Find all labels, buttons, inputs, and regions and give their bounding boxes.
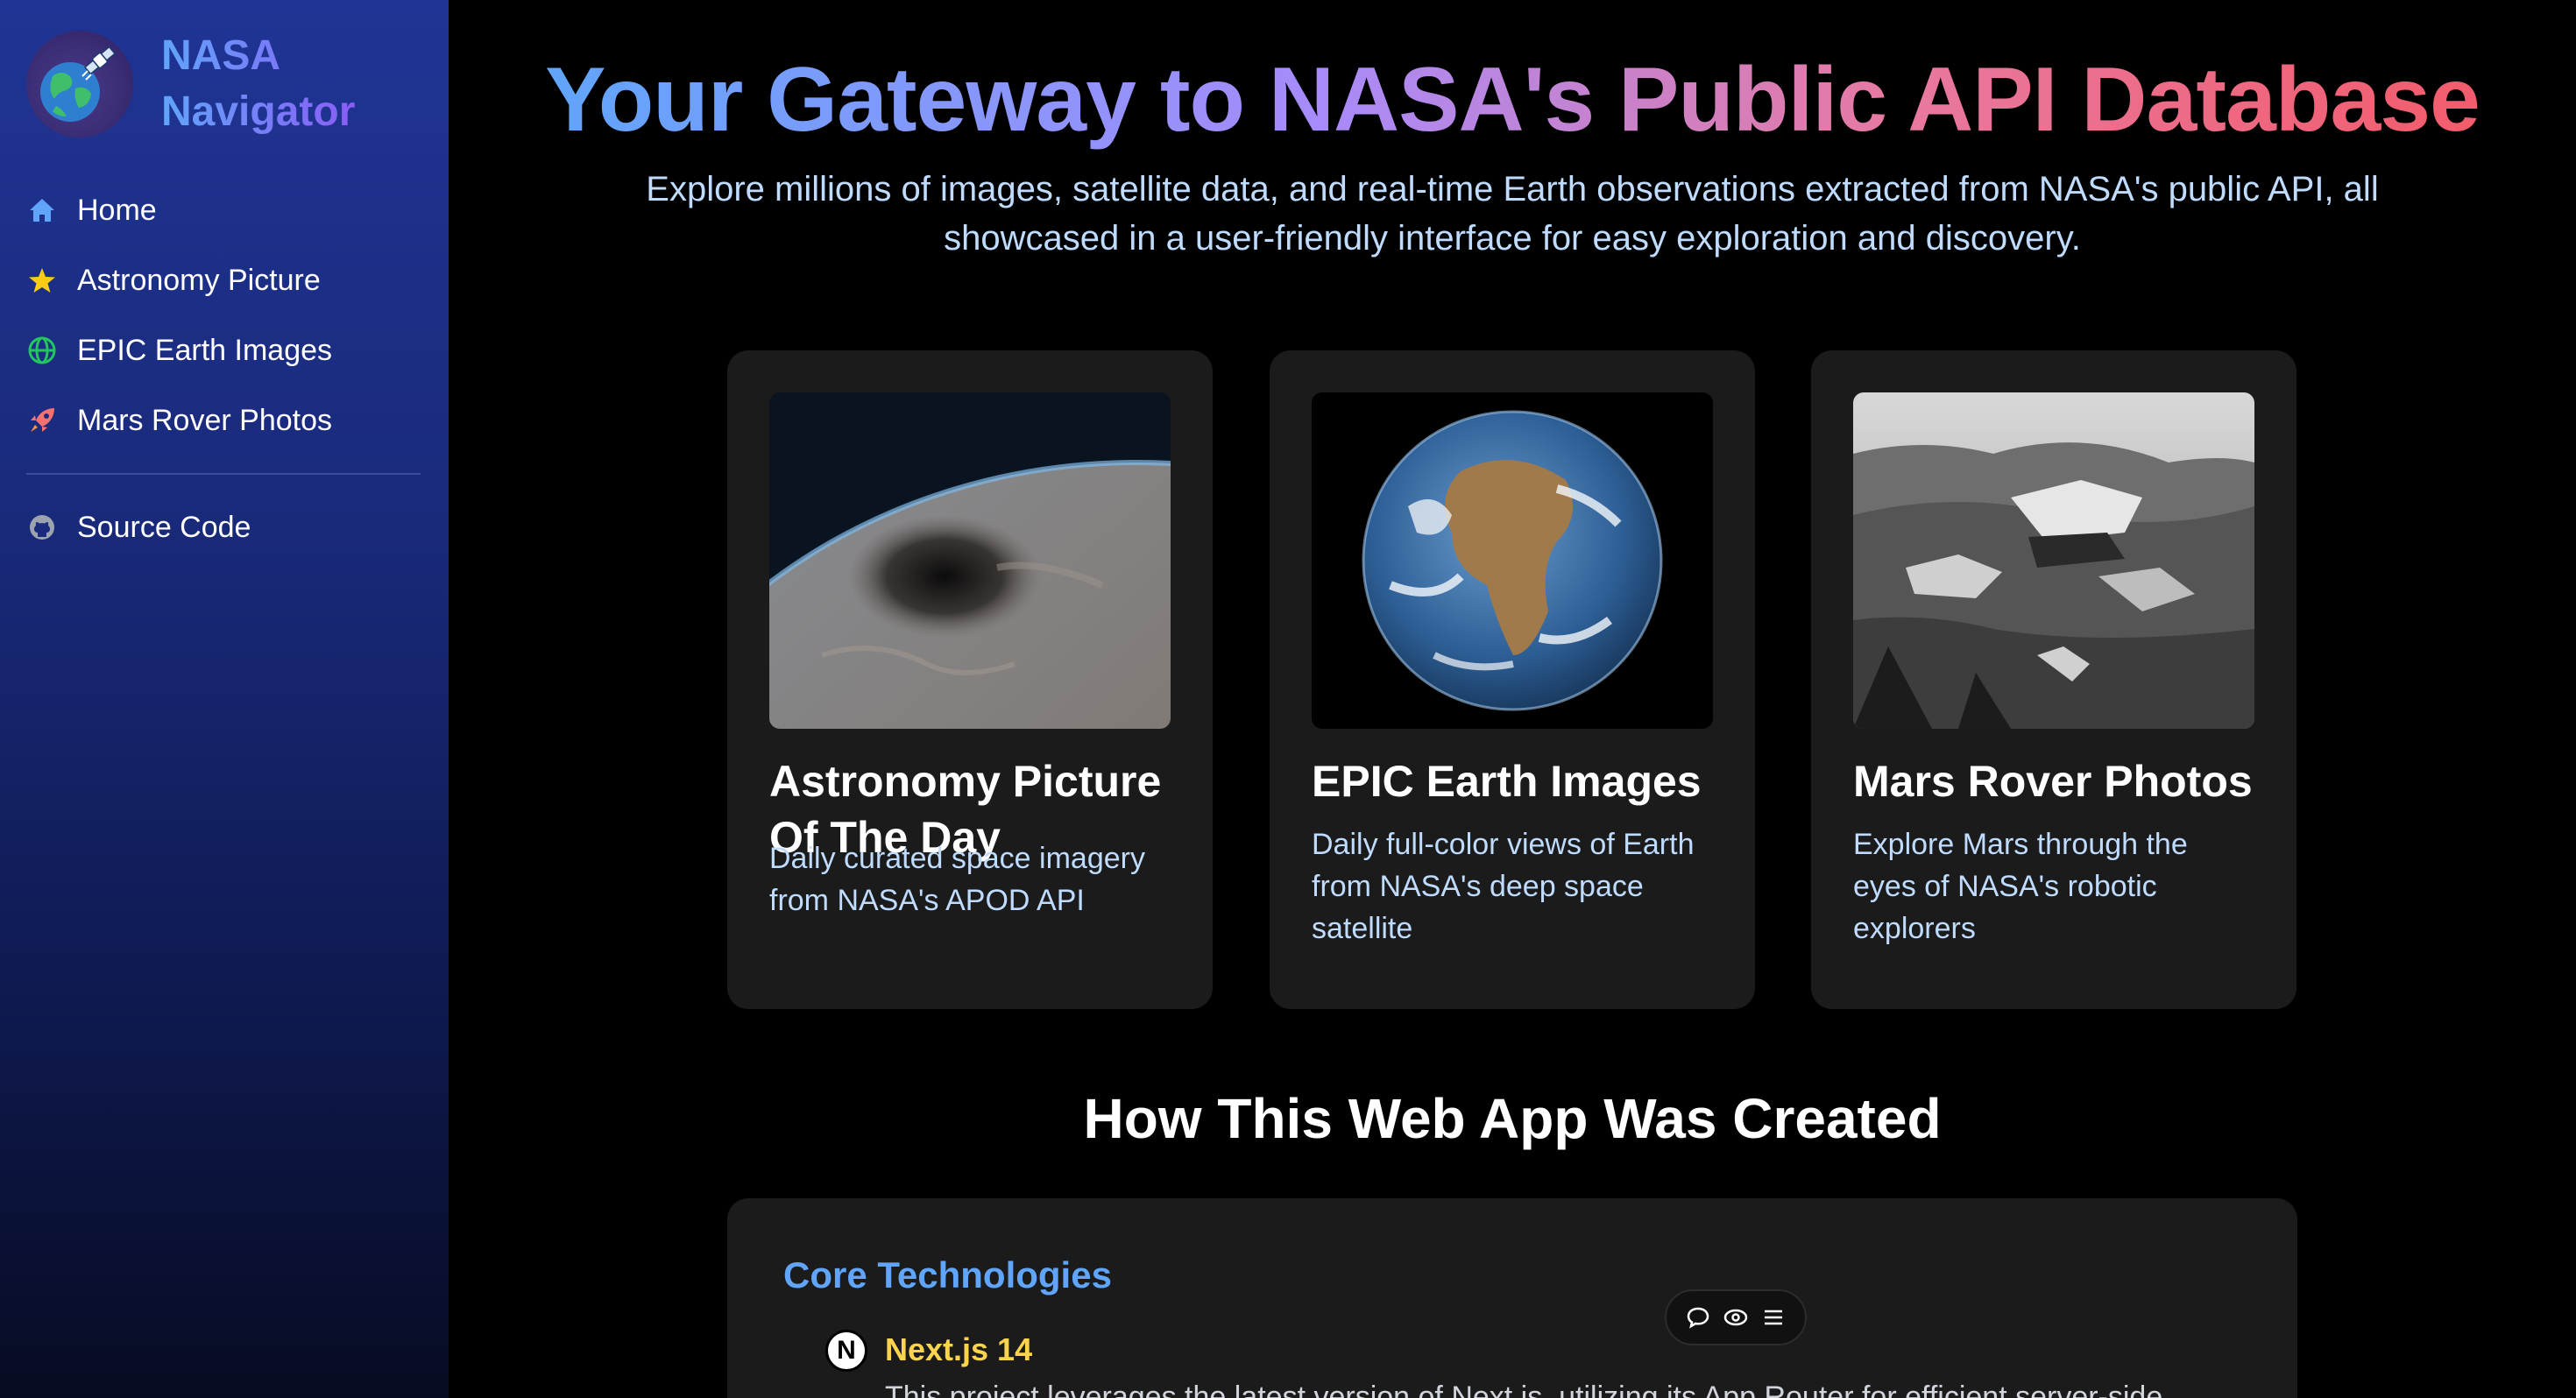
card-desc-line-3: satellite: [1312, 912, 1413, 945]
sidebar-item-home[interactable]: Home: [26, 175, 422, 245]
card-desc-line-1: Daily full-color views of Earth: [1312, 828, 1695, 861]
rocket-icon: [26, 405, 58, 436]
card-title-line-1: Astronomy Picture: [769, 757, 1162, 806]
card-title-line-1: Mars Rover Photos: [1853, 757, 2253, 806]
sidebar: NASA Navigator Home Astronomy Picture EP…: [0, 0, 449, 1398]
card-description: Daily full-color views of Earth from NAS…: [1312, 823, 1697, 950]
sidebar-item-label: Astronomy Picture: [77, 263, 321, 297]
card-astronomy-picture[interactable]: Astronomy Picture Of The Day Daily curat…: [727, 350, 1213, 1009]
sidebar-item-astronomy-picture[interactable]: Astronomy Picture: [26, 245, 422, 315]
sidebar-item-label: EPIC Earth Images: [77, 333, 333, 367]
page-title: Your Gateway to NASA's Public API Databa…: [449, 46, 2576, 154]
app-root: NASA Navigator Home Astronomy Picture EP…: [0, 0, 2576, 1398]
page-subtitle: Explore millions of images, satellite da…: [580, 165, 2445, 263]
subtitle-line-1: Explore millions of images, satellite da…: [646, 170, 2379, 208]
subtitle-line-2: showcased in a user-friendly interface f…: [944, 219, 2081, 258]
card-desc-line-1: Explore Mars through the: [1853, 828, 2188, 861]
nasa-navigator-logo: [26, 31, 133, 138]
card-desc-line-1: Daily curated space imagery: [769, 842, 1145, 875]
mars-rover-thumbnail: [1853, 392, 2254, 729]
card-epic-earth-images[interactable]: EPIC Earth Images Daily full-color views…: [1270, 350, 1755, 1009]
section-title: How This Web App Was Created: [1083, 1087, 1942, 1150]
page-title-text: Your Gateway to NASA's Public API Databa…: [545, 49, 2480, 151]
core-technologies-panel: Core Technologies N Next.js 14 This proj…: [727, 1198, 2297, 1398]
eye-icon[interactable]: [1720, 1302, 1752, 1333]
card-desc-line-2: from NASA's deep space: [1312, 870, 1644, 903]
brand[interactable]: NASA Navigator: [26, 28, 355, 140]
nextjs-icon: N: [825, 1330, 867, 1372]
brand-name: NASA Navigator: [161, 28, 355, 140]
card-title: Mars Rover Photos: [1853, 753, 2265, 809]
comment-icon[interactable]: [1682, 1302, 1714, 1333]
card-desc-line-2: from NASA's APOD API: [769, 884, 1085, 917]
sidebar-item-source-code[interactable]: Source Code: [26, 492, 422, 562]
card-description: Daily curated space imagery from NASA's …: [769, 837, 1155, 921]
home-icon: [26, 194, 58, 226]
card-title-line-1: EPIC Earth Images: [1312, 757, 1702, 806]
card-title: EPIC Earth Images: [1312, 753, 1723, 809]
sidebar-item-label: Mars Rover Photos: [77, 403, 332, 437]
github-icon: [26, 512, 58, 543]
card-desc-line-3: explorers: [1853, 912, 1976, 945]
main-content: Your Gateway to NASA's Public API Databa…: [449, 0, 2576, 1398]
tech-item-description: This project leverages the latest versio…: [885, 1380, 2163, 1398]
floating-toolbar: [1665, 1289, 1807, 1345]
panel-heading: Core Technologies: [783, 1254, 1112, 1296]
apod-thumbnail: [769, 392, 1171, 729]
sidebar-divider: [26, 473, 421, 475]
feature-cards: Astronomy Picture Of The Day Daily curat…: [727, 350, 2297, 1009]
brand-line-2: Navigator: [161, 88, 356, 135]
menu-icon[interactable]: [1758, 1302, 1789, 1333]
globe-icon: [26, 335, 58, 366]
sidebar-item-epic-earth-images[interactable]: EPIC Earth Images: [26, 315, 422, 385]
card-mars-rover-photos[interactable]: Mars Rover Photos Explore Mars through t…: [1811, 350, 2296, 1009]
brand-line-1: NASA: [161, 32, 281, 79]
star-icon: [26, 265, 58, 296]
sidebar-item-mars-rover-photos[interactable]: Mars Rover Photos: [26, 385, 422, 455]
sidebar-item-label: Source Code: [77, 510, 251, 544]
tech-item-name: Next.js 14: [885, 1331, 1033, 1367]
card-description: Explore Mars through the eyes of NASA's …: [1853, 823, 2239, 950]
card-desc-line-2: eyes of NASA's robotic: [1853, 870, 2157, 903]
sidebar-nav: Home Astronomy Picture EPIC Earth Images…: [26, 175, 422, 562]
epic-thumbnail: [1312, 392, 1713, 729]
sidebar-item-label: Home: [77, 193, 157, 227]
